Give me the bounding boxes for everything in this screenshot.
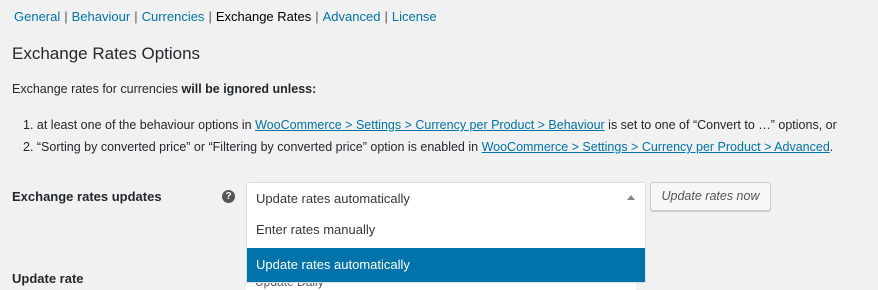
rule1-prefix: 1. at least one of the behaviour options… xyxy=(23,118,256,132)
exchange-rates-updates-select[interactable]: Update rates automatically xyxy=(246,182,646,214)
subnav-advanced[interactable]: Advanced xyxy=(323,9,381,24)
behaviour-settings-link[interactable]: WooCommerce > Settings > Currency per Pr… xyxy=(255,118,605,132)
subnav-separator: | xyxy=(384,9,388,24)
intro-emphasis: will be ignored unless: xyxy=(181,82,317,96)
subnav-license[interactable]: License xyxy=(392,9,437,24)
exchange-rates-updates-label: Exchange rates updates xyxy=(12,189,162,204)
subnav-separator: | xyxy=(315,9,319,24)
settings-subnav: General | Behaviour | Currencies | Exchange Ra… xyxy=(14,9,437,25)
subnav-separator: | xyxy=(64,9,68,24)
subnav-currencies[interactable]: Currencies xyxy=(142,9,205,24)
subnav-separator: | xyxy=(208,9,212,24)
rule-item-2: 2. “Sorting by converted price” or “Filt… xyxy=(23,136,837,158)
dropdown-option-automatic[interactable]: Update rates automatically xyxy=(247,248,645,282)
subnav-separator: | xyxy=(134,9,138,24)
dropdown-option-manual[interactable]: Enter rates manually xyxy=(247,213,645,246)
rule-item-1: 1. at least one of the behaviour options… xyxy=(23,114,837,136)
subnav-general[interactable]: General xyxy=(14,9,60,24)
select-value: Update rates automatically xyxy=(256,191,410,206)
update-rates-now-button[interactable]: Update rates now xyxy=(650,182,771,211)
question-circle-icon[interactable]: ? xyxy=(222,190,235,203)
page-title: Exchange Rates Options xyxy=(12,44,201,63)
intro-prefix: Exchange rates for currencies xyxy=(12,82,182,96)
intro-text: Exchange rates for currencies will be ig… xyxy=(12,82,316,96)
subnav-behaviour[interactable]: Behaviour xyxy=(72,9,131,24)
rule2-prefix: 2. “Sorting by converted price” or “Filt… xyxy=(23,140,482,154)
rule2-suffix: . xyxy=(829,140,834,154)
rules-list: 1. at least one of the behaviour options… xyxy=(23,114,837,158)
exchange-rates-updates-dropdown: Enter rates manually Update rates automa… xyxy=(246,213,646,283)
caret-up-icon xyxy=(627,195,635,200)
rule1-suffix: is set to one of “Convert to …” options,… xyxy=(604,118,837,132)
subnav-exchange-rates: Exchange Rates xyxy=(215,9,312,24)
advanced-settings-link[interactable]: WooCommerce > Settings > Currency per Pr… xyxy=(482,140,830,154)
